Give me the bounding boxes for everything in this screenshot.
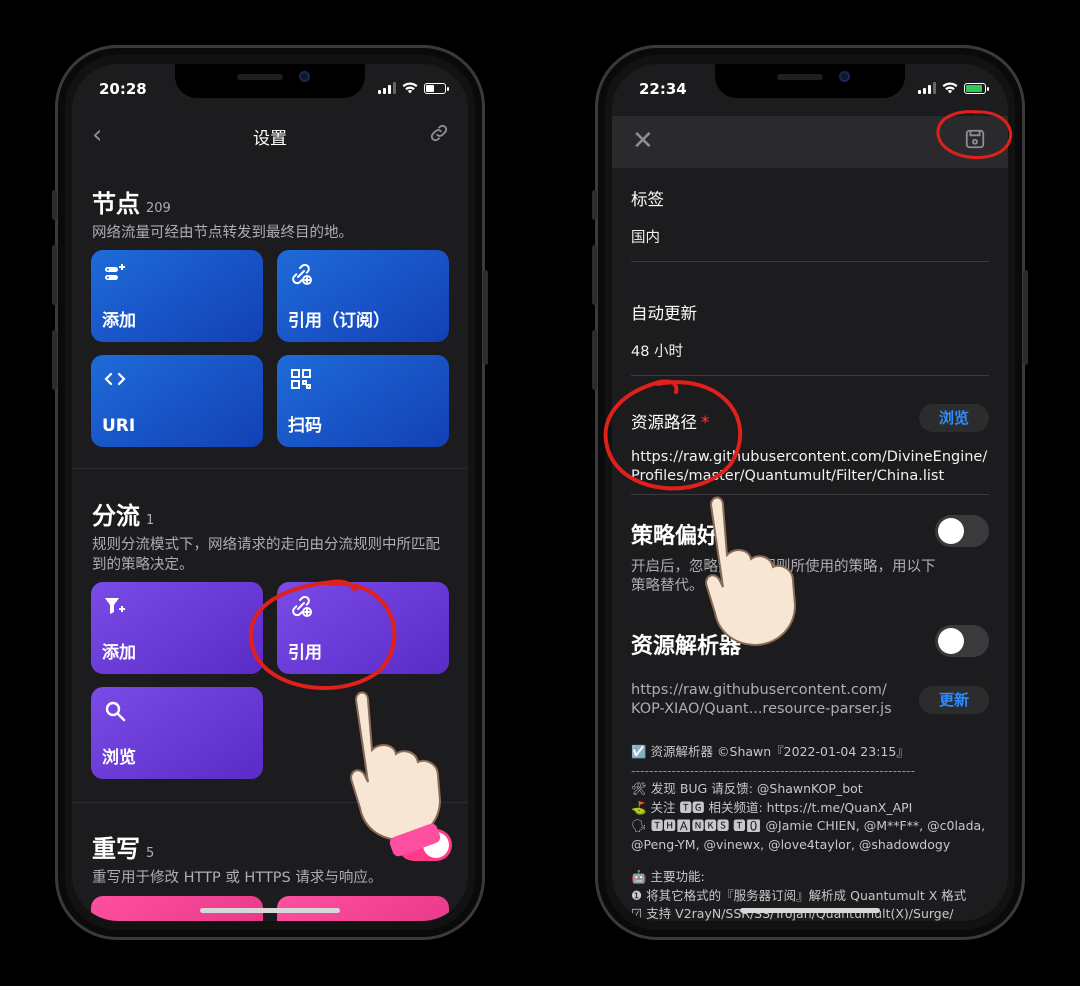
volume-down-button: [592, 330, 597, 390]
status-time: 20:28: [99, 80, 147, 98]
battery-charging-icon: [964, 82, 989, 94]
auto-update-value[interactable]: 48 小时: [631, 340, 989, 361]
qr-code-icon: [291, 369, 311, 389]
rewrite-toggle[interactable]: [398, 829, 452, 861]
parser-url-line-2: KOP-XIAO/Quant...resource-parser.js: [631, 701, 892, 717]
left-screen: 20:28 ‹ 设置 节点 209 网络流量可经由节点转发到最终目的地。 添加 引…: [72, 64, 468, 921]
nodes-title: 节点: [92, 190, 140, 218]
code-icon: [104, 372, 126, 386]
link-icon[interactable]: [428, 122, 450, 144]
volume-down-button: [52, 330, 57, 390]
resource-path-label: 资源路径: [631, 413, 697, 432]
nodes-add-tile[interactable]: 添加: [91, 250, 263, 342]
power-button: [1023, 270, 1028, 365]
wifi-icon: [942, 82, 958, 94]
rewrite-section: 重写 5 重写用于修改 HTTP 或 HTTPS 请求与响应。: [92, 829, 448, 888]
info-line: ⛳ 关注 🆃🅶 相关频道: https://t.me/QuanX_API: [631, 799, 913, 815]
info-line: 🗣 🆃🅷🅰🅽🅺🆂 🆃🅾 @Jamie CHIEN, @M**F**, @c0la…: [631, 818, 986, 833]
left-phone-frame: 20:28 ‹ 设置 节点 209 网络流量可经由节点转发到最终目的地。 添加 引…: [52, 45, 488, 940]
tile-label: 引用（订阅）: [288, 311, 390, 331]
section-divider: [72, 468, 468, 469]
volume-up-button: [52, 245, 57, 305]
search-icon: [105, 701, 126, 722]
info-line: ❶ 将其它格式的『服务器订阅』解析成 Quantumult X 格式: [631, 887, 967, 903]
wifi-icon: [402, 82, 418, 94]
home-indicator: [200, 908, 340, 913]
filter-add-tile[interactable]: 添加: [91, 582, 263, 674]
rewrite-description: 重写用于修改 HTTP 或 HTTPS 请求与响应。: [92, 870, 383, 886]
parser-url-line-1: https://raw.githubusercontent.com/: [631, 682, 887, 698]
required-mark: *: [701, 413, 710, 432]
editor-navbar: ✕: [612, 116, 1008, 168]
notch: [715, 64, 905, 98]
nodes-subscribe-tile[interactable]: 引用（订阅）: [277, 250, 449, 342]
save-icon[interactable]: [964, 128, 986, 150]
tag-value[interactable]: 国内: [631, 226, 989, 247]
nodes-scan-tile[interactable]: 扫码: [277, 355, 449, 447]
tag-label: 标签: [631, 190, 664, 209]
info-line: ☑️ 资源解析器 ©Shawn『2022-01-04 23:15』: [631, 744, 909, 759]
battery-icon: [424, 82, 449, 94]
filter-browse-tile[interactable]: 浏览: [91, 687, 263, 779]
tile-label: 添加: [102, 311, 136, 331]
page-title: 设置: [253, 129, 287, 149]
policy-override-toggle[interactable]: [935, 515, 989, 547]
volume-up-button: [592, 245, 597, 305]
filter-title: 分流: [92, 502, 140, 530]
mute-switch: [592, 190, 597, 220]
filter-description: 规则分流模式下，网络请求的走向由分流规则中所匹配到的策略决定。: [92, 537, 440, 573]
filter-add-icon: [105, 598, 125, 614]
filter-count: 1: [146, 513, 155, 528]
info-line: @Peng-YM, @vinewx, @love4taylor, @shadow…: [631, 836, 951, 852]
nodes-uri-tile[interactable]: URI: [91, 355, 263, 447]
nodes-description: 网络流量可经由节点转发到最终目的地。: [92, 225, 353, 241]
resource-parser-url[interactable]: https://raw.githubusercontent.com/ KOP-X…: [631, 681, 898, 719]
update-button[interactable]: 更新: [918, 686, 989, 714]
info-separator: ----------------------------------------…: [631, 762, 916, 778]
policy-override-desc-2: 策略替代。: [631, 578, 704, 594]
policy-override-desc-1: 开启后，忽略资源下规则所使用的策略，用以下: [631, 559, 936, 575]
server-add-icon: [105, 264, 125, 280]
link-add-icon: [292, 263, 312, 285]
status-time: 22:34: [639, 80, 687, 98]
resource-parser-toggle[interactable]: [935, 625, 989, 657]
filter-reference-tile[interactable]: 引用: [277, 582, 449, 674]
rewrite-count: 5: [146, 846, 155, 861]
cellular-signal-icon: [378, 82, 396, 94]
nodes-count: 209: [146, 201, 171, 216]
tile-label: URI: [102, 416, 136, 436]
power-button: [483, 270, 488, 365]
auto-update-field[interactable]: 自动更新 48 小时: [631, 300, 989, 376]
rewrite-title: 重写: [92, 835, 140, 863]
cellular-signal-icon: [918, 82, 936, 94]
info-line: 🤖 主要功能:: [631, 869, 705, 884]
navbar: ‹ 设置: [72, 116, 468, 156]
link-add-icon: [292, 595, 312, 617]
right-phone-frame: 22:34 ✕ 标签 国内 自动更新 48 小时 资源路径 * 浏览 https…: [592, 45, 1028, 940]
info-line: 🛠 发现 BUG 请反馈: @ShawnKOP_bot: [631, 781, 863, 796]
parser-info-text: ☑️ 资源解析器 ©Shawn『2022-01-04 23:15』 ------…: [631, 743, 989, 921]
tile-label: 扫码: [288, 416, 322, 436]
resource-url-line-1: https://raw.githubusercontent.com/Divine…: [631, 449, 988, 465]
right-screen: 22:34 ✕ 标签 国内 自动更新 48 小时 资源路径 * 浏览 https…: [612, 64, 1008, 921]
filter-section: 分流 1 规则分流模式下，网络请求的走向由分流规则中所匹配到的策略决定。: [92, 496, 448, 575]
close-icon[interactable]: ✕: [632, 126, 654, 156]
resource-url[interactable]: https://raw.githubusercontent.com/Divine…: [631, 448, 989, 495]
tile-label: 浏览: [102, 748, 136, 768]
tag-field[interactable]: 标签 国内: [631, 186, 989, 262]
tile-label: 添加: [102, 643, 136, 663]
tile-label: 引用: [288, 643, 322, 663]
notch: [175, 64, 365, 98]
section-divider: [72, 802, 468, 803]
nodes-section: 节点 209 网络流量可经由节点转发到最终目的地。: [92, 184, 448, 243]
auto-update-label: 自动更新: [631, 304, 697, 323]
resource-url-line-2: Profiles/master/Quantumult/Filter/China.…: [631, 468, 945, 484]
home-indicator: [740, 908, 880, 913]
editor-body: 标签 国内 自动更新 48 小时 资源路径 * 浏览 https://raw.gi…: [612, 168, 1008, 921]
browse-button[interactable]: 浏览: [918, 404, 989, 432]
mute-switch: [52, 190, 57, 220]
